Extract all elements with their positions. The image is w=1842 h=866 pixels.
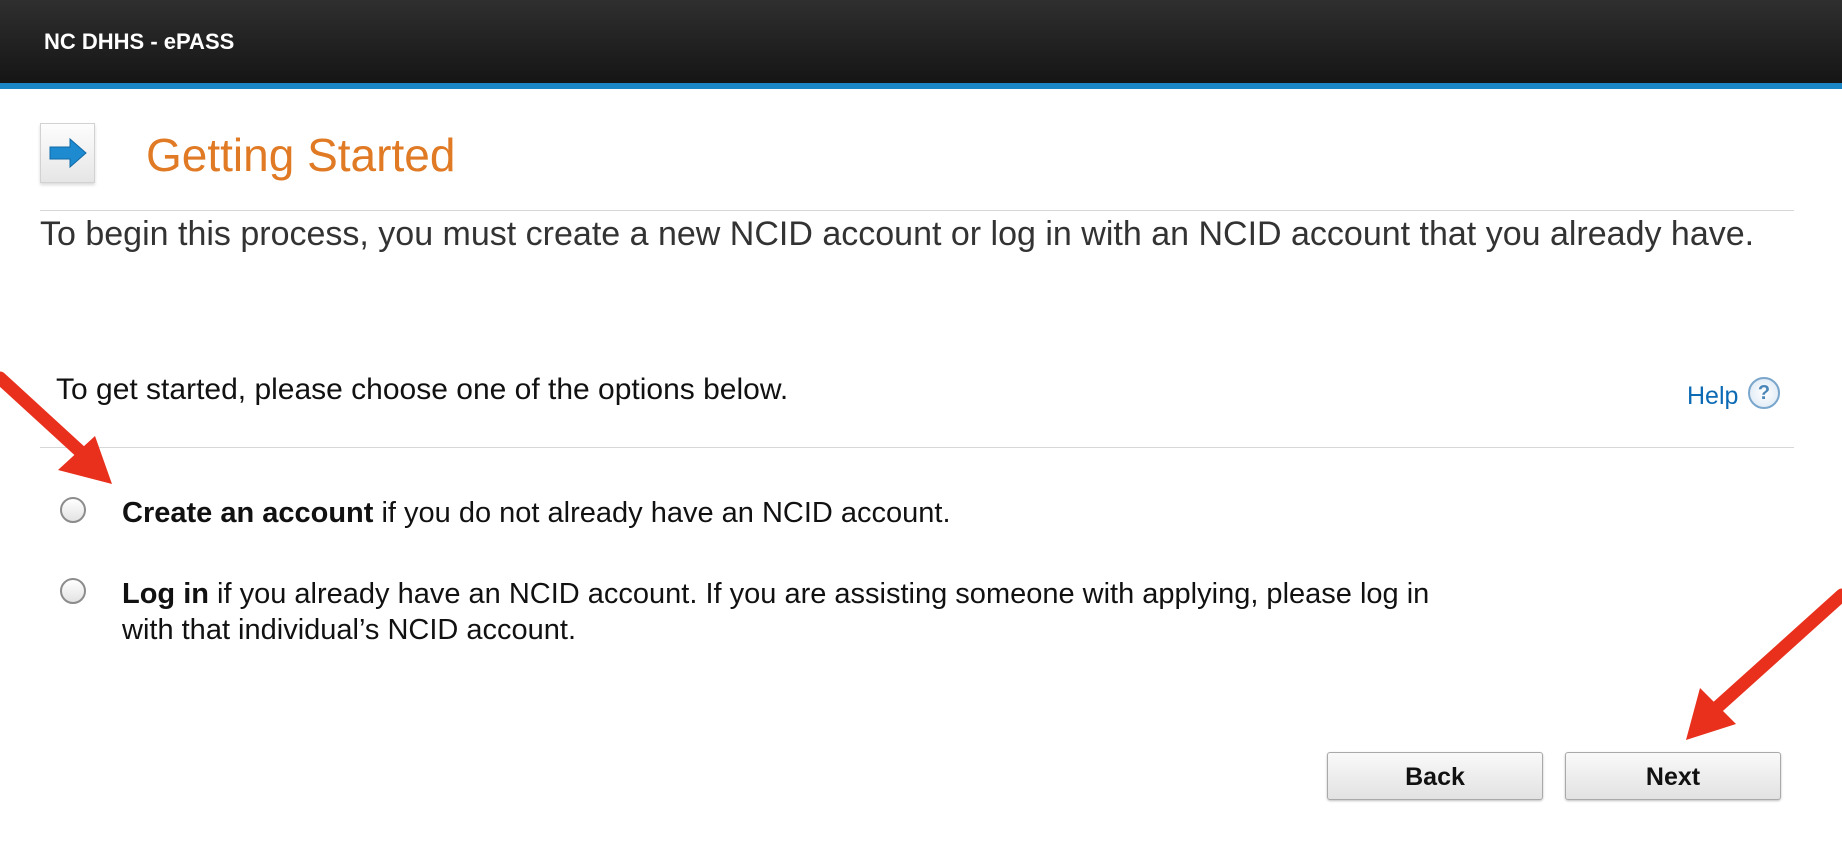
next-button[interactable]: Next — [1565, 752, 1781, 800]
log-in-option-label[interactable]: Log in if you already have an NCID accou… — [122, 576, 1462, 648]
log-in-radio[interactable] — [60, 578, 86, 604]
intro-text: To begin this process, you must create a… — [40, 215, 1755, 253]
question-mark-icon[interactable]: ? — [1748, 377, 1780, 409]
top-banner: NC DHHS - ePASS — [0, 0, 1842, 89]
page-title: Getting Started — [146, 129, 456, 181]
create-account-bold: Create an account — [122, 497, 374, 529]
create-account-desc: if you do not already have an NCID accou… — [373, 497, 951, 529]
create-account-radio[interactable] — [60, 497, 86, 523]
log-in-desc: if you already have an NCID account. If … — [122, 578, 1430, 646]
annotation-arrow-right — [1686, 588, 1842, 740]
log-in-bold: Log in — [122, 578, 209, 610]
help-link[interactable]: Help — [1687, 382, 1738, 411]
options-divider — [40, 447, 1794, 448]
back-button[interactable]: Back — [1327, 752, 1543, 800]
arrow-right-icon — [40, 123, 95, 183]
options-prompt: To get started, please choose one of the… — [56, 373, 789, 406]
app-title: NC DHHS - ePASS — [44, 29, 235, 54]
title-divider — [40, 210, 1794, 211]
create-account-option-label[interactable]: Create an account if you do not already … — [122, 495, 1422, 531]
